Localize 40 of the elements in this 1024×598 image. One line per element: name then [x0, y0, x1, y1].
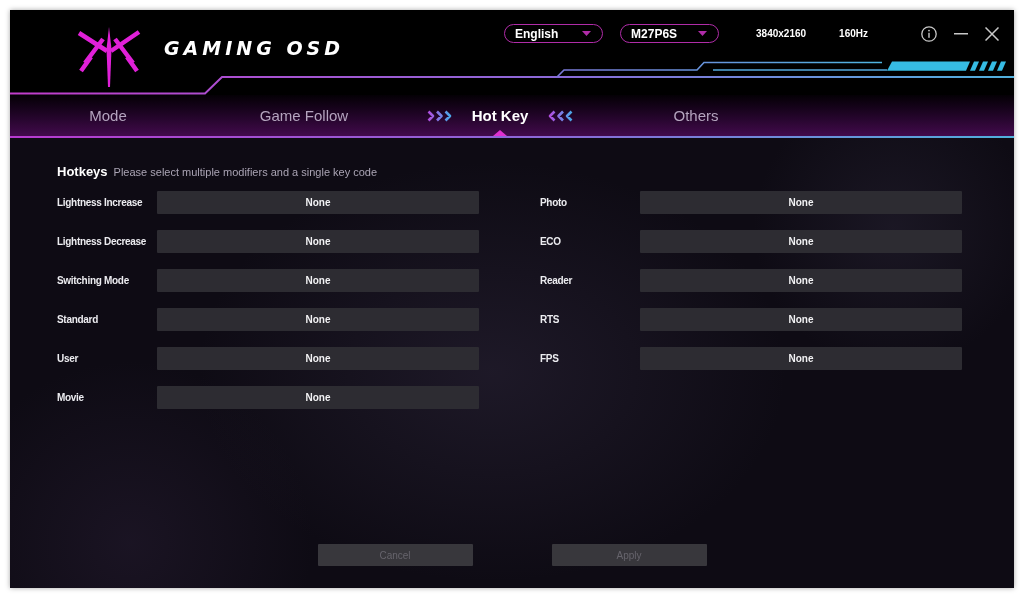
hotkey-field[interactable]: None: [640, 308, 962, 331]
tab[interactable]: Game Follow: [206, 95, 402, 136]
hotkey-field[interactable]: None: [157, 347, 479, 370]
refresh-rate-text: 160Hz: [839, 28, 868, 39]
hotkey-field[interactable]: None: [640, 191, 962, 214]
hotkey-field[interactable]: None: [157, 230, 479, 253]
hotkey-field[interactable]: None: [640, 347, 962, 370]
info-icon[interactable]: [921, 25, 937, 42]
hotkey-label: User: [57, 353, 80, 364]
hotkey-label: Movie: [57, 392, 85, 403]
hotkey-field[interactable]: None: [157, 386, 479, 409]
tab-indicator-icon: [493, 130, 507, 136]
hotkey-label: Photo: [540, 197, 568, 208]
chevrons-left-icon: [547, 109, 574, 122]
chevrons-right-icon: [426, 109, 453, 122]
hotkey-field[interactable]: None: [157, 191, 479, 214]
caret-icon: [698, 31, 708, 36]
hint-text: Please select multiple modifiers and a single key code: [113, 166, 378, 178]
logo-text: GAMING OSD: [164, 37, 344, 59]
section-title: Hotkeys: [57, 164, 108, 179]
logo-icon: [77, 27, 141, 87]
tab[interactable]: Others: [598, 95, 794, 136]
hotkey-field[interactable]: None: [640, 269, 962, 292]
hotkey-label: Standard: [57, 314, 99, 325]
hotkey-label: Switching Mode: [57, 275, 130, 286]
hotkey-field[interactable]: None: [157, 269, 479, 292]
hotkey-label: Reader: [540, 275, 574, 286]
hotkey-label: ECO: [540, 236, 562, 247]
hotkey-label: RTS: [540, 314, 561, 325]
hotkey-label: FPS: [540, 353, 560, 364]
hotkey-field[interactable]: None: [640, 230, 962, 253]
caret-icon: [582, 31, 592, 36]
close-icon[interactable]: [985, 26, 999, 41]
minimize-icon[interactable]: [954, 32, 968, 35]
tab[interactable]: Hot Key: [402, 95, 598, 136]
hotkey-field[interactable]: None: [157, 308, 479, 331]
tab[interactable]: Mode: [10, 95, 206, 136]
hotkey-label: Lightness Decrease: [57, 236, 148, 247]
resolution-text: 3840x2160: [756, 28, 807, 39]
hotkey-label: Lightness Increase: [57, 197, 144, 208]
